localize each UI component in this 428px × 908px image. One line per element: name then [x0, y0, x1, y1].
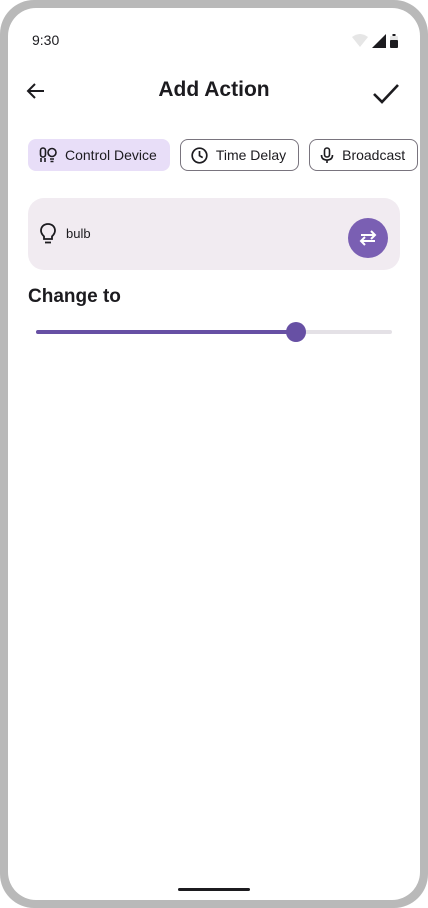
- battery-icon: [390, 34, 398, 48]
- page-title: Add Action: [158, 78, 270, 101]
- devices-icon: [39, 147, 57, 163]
- cellular-icon: [372, 34, 386, 48]
- microphone-icon: [320, 146, 334, 163]
- swap-device-button[interactable]: [348, 218, 388, 258]
- wifi-icon: [352, 34, 368, 47]
- device-frame: 9:30 Add Action Control Device Time Dela…: [0, 0, 428, 908]
- device-name: bulb: [66, 226, 91, 241]
- slider-thumb[interactable]: [285, 322, 306, 342]
- screen: 9:30 Add Action Control Device Time Dela…: [8, 8, 420, 900]
- chip-label: Control Device: [65, 147, 157, 163]
- brightness-slider[interactable]: [36, 321, 392, 343]
- chip-label: Time Delay: [215, 147, 287, 163]
- check-icon: [373, 84, 399, 104]
- action-type-chips: Control Device Time Delay Broadcast: [28, 139, 419, 171]
- chip-control-device[interactable]: Control Device: [28, 139, 170, 171]
- chip-time-delay[interactable]: Time Delay: [179, 139, 300, 171]
- slider-active-track: [36, 330, 296, 334]
- chip-broadcast[interactable]: Broadcast: [309, 139, 419, 171]
- change-to-label: Change to: [28, 286, 121, 307]
- confirm-button[interactable]: [370, 77, 402, 109]
- chip-label: Broadcast: [342, 147, 406, 163]
- swap-horizontal-icon: [359, 230, 377, 246]
- clock-icon: [191, 146, 208, 164]
- status-time: 9:30: [32, 32, 60, 48]
- home-indicator[interactable]: [178, 888, 250, 891]
- lightbulb-icon: [40, 223, 56, 244]
- device-card[interactable]: bulb: [28, 198, 400, 270]
- status-icons: [352, 34, 398, 48]
